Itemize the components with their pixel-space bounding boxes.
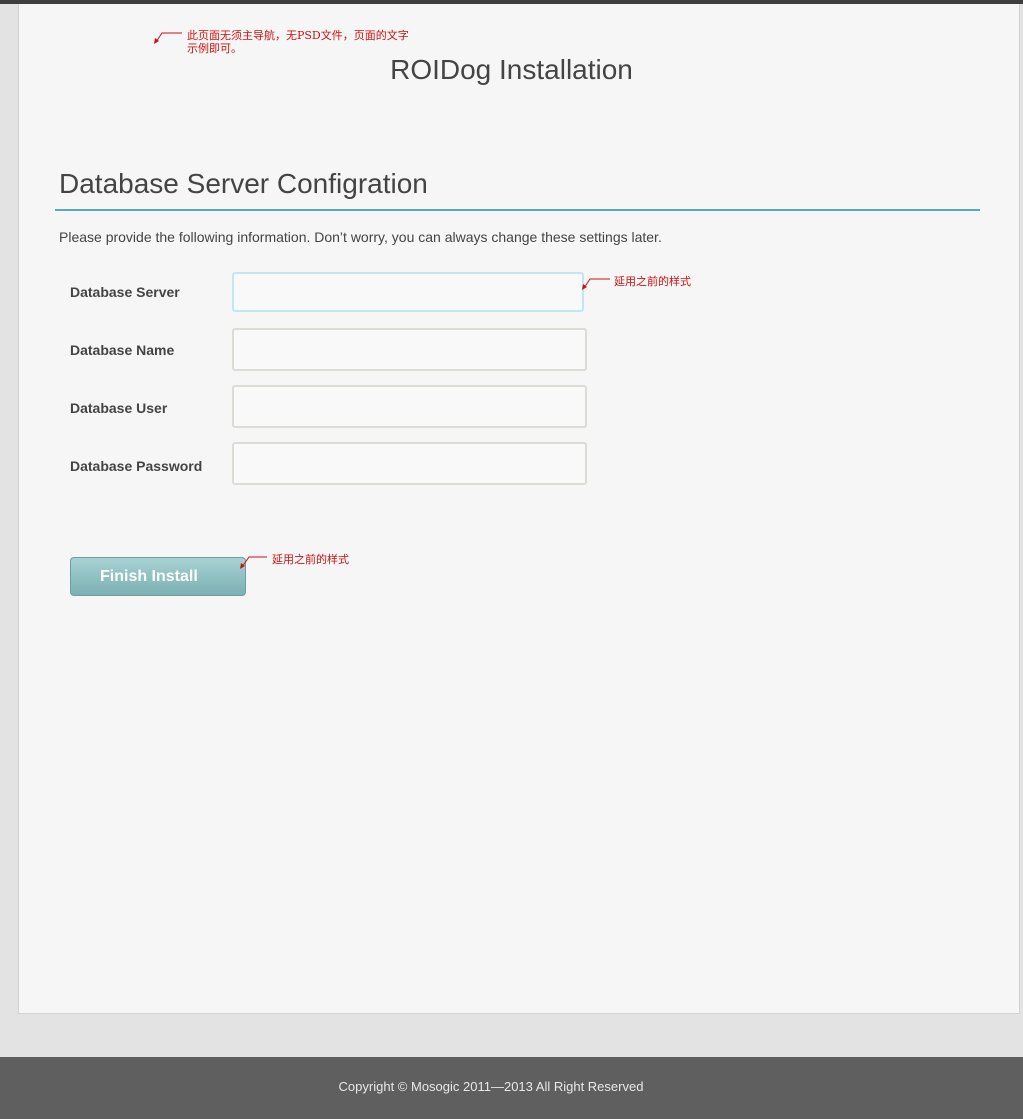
database-user-label: Database User <box>70 400 168 416</box>
annotation-arrow-icon <box>154 32 182 44</box>
database-password-input[interactable] <box>232 442 587 485</box>
section-divider <box>55 209 980 211</box>
button-style-annotation: 延用之前的样式 <box>272 553 349 566</box>
section-title: Database Server Configration <box>59 168 428 199</box>
copyright-text: Copyright © Mosogic 2011—2013 All Right … <box>338 1079 644 1094</box>
database-password-label: Database Password <box>70 458 203 474</box>
page-annotation: 此页面无须主导航，无PSD文件，页面的文字示例即可。 <box>187 29 409 55</box>
database-user-input[interactable] <box>232 385 587 428</box>
annotation-arrow-icon <box>240 556 267 569</box>
page-title: ROIDog Installation <box>390 54 633 85</box>
database-server-label: Database Server <box>70 284 180 300</box>
database-name-input[interactable] <box>232 328 587 371</box>
database-name-label: Database Name <box>70 342 175 358</box>
annotation-arrow-icon <box>582 278 610 290</box>
content-panel <box>18 4 1020 1014</box>
input-style-annotation: 延用之前的样式 <box>614 275 691 288</box>
database-server-input[interactable] <box>232 272 584 312</box>
intro-text: Please provide the following information… <box>59 229 662 245</box>
finish-install-button[interactable]: Finish Install <box>70 557 246 596</box>
